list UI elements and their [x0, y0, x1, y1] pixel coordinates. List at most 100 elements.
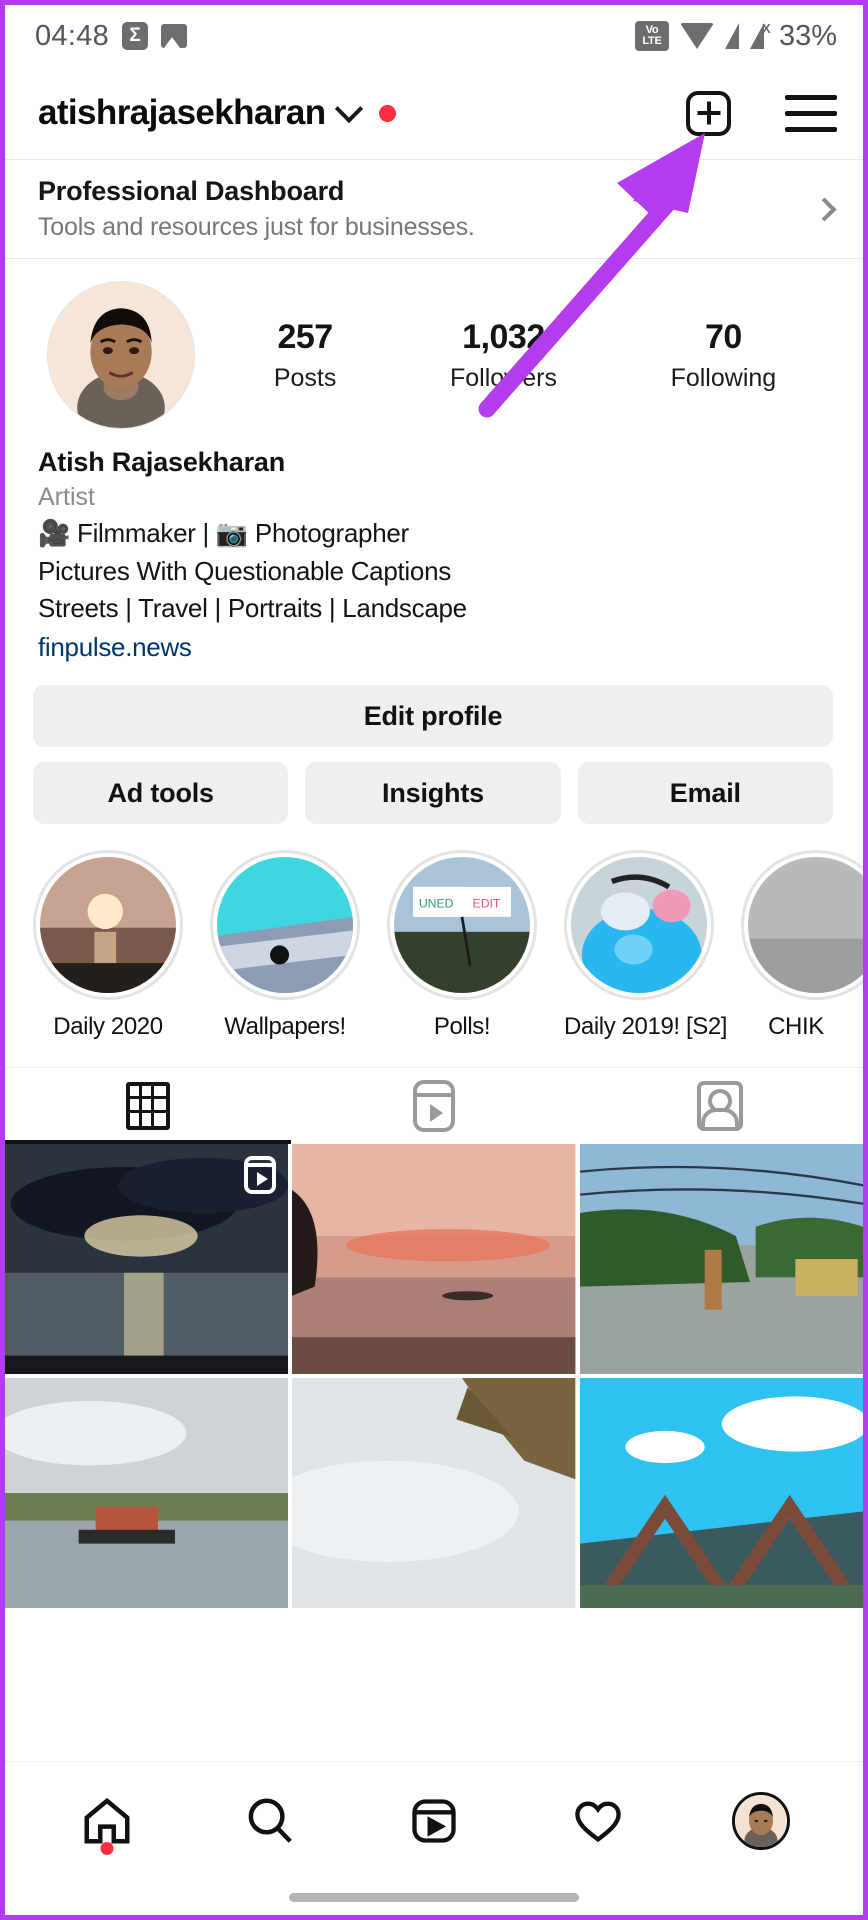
post-cell[interactable] — [292, 1144, 575, 1374]
highlight-ring: UNED EDIT — [387, 850, 537, 1000]
search-nav[interactable] — [215, 1781, 325, 1861]
highlight-cover-art — [217, 857, 353, 993]
search-icon — [243, 1794, 297, 1848]
post-cell[interactable] — [292, 1378, 575, 1608]
account-status-dot — [379, 105, 396, 122]
stat-following-value: 70 — [671, 318, 777, 357]
stat-following-label: Following — [671, 364, 777, 393]
insights-button[interactable]: Insights — [305, 762, 560, 824]
post-thumbnail — [5, 1378, 288, 1608]
profile-nav[interactable] — [706, 1781, 816, 1861]
status-time: 04:48 — [35, 20, 109, 53]
reel-badge-icon — [244, 1156, 276, 1194]
post-grid — [5, 1144, 863, 1761]
professional-dashboard-text: Professional Dashboard Tools and resourc… — [38, 176, 816, 242]
email-button[interactable]: Email — [578, 762, 833, 824]
chevron-down-icon[interactable] — [335, 95, 363, 123]
signal-icon — [725, 23, 739, 49]
tagged-icon — [697, 1081, 743, 1131]
volte-icon: Vo LTE — [635, 21, 669, 51]
highlight-daily-2019-s2[interactable]: Daily 2019! [S2] — [564, 850, 714, 1041]
highlight-ring — [564, 850, 714, 1000]
stat-followers-value: 1,032 — [450, 318, 557, 357]
stat-posts-label: Posts — [274, 364, 337, 393]
bio-line-1: 🎥 Filmmaker | 📷 Photographer — [38, 518, 833, 550]
battery-percent: 33% — [779, 20, 837, 53]
tab-grid[interactable] — [5, 1068, 291, 1144]
profile-summary: 257 Posts 1,032 Followers 70 Following — [5, 259, 863, 429]
post-thumbnail — [292, 1144, 575, 1374]
highlight-cover — [217, 857, 353, 993]
highlight-cover-art — [748, 857, 863, 993]
highlight-label: Daily 2020 — [33, 1013, 183, 1041]
highlight-daily-2020[interactable]: Daily 2020 — [33, 850, 183, 1041]
highlight-ring — [33, 850, 183, 1000]
grid-icon — [126, 1082, 170, 1130]
nav-avatar-photo — [735, 1795, 787, 1847]
highlight-cover-art — [40, 857, 176, 993]
svg-text:EDIT: EDIT — [473, 896, 501, 910]
post-cell[interactable] — [580, 1144, 863, 1374]
bio-line-3: Streets | Travel | Portraits | Landscape — [38, 593, 833, 625]
highlight-polls[interactable]: UNED EDIT Polls! — [387, 850, 537, 1041]
highlight-wallpapers[interactable]: Wallpapers! — [210, 850, 360, 1041]
profile-link[interactable]: finpulse.news — [38, 632, 833, 663]
gesture-bar[interactable] — [5, 1879, 863, 1915]
wifi-icon — [680, 23, 714, 49]
home-nav[interactable] — [52, 1781, 162, 1861]
professional-dashboard-title: Professional Dashboard — [38, 176, 816, 207]
avatar[interactable] — [47, 281, 195, 429]
highlight-ring — [741, 850, 863, 1000]
bottom-navigation — [5, 1761, 863, 1879]
post-thumbnail — [292, 1378, 575, 1608]
reels-icon — [408, 1793, 460, 1849]
stat-followers[interactable]: 1,032 Followers — [450, 318, 557, 393]
profile-tabs — [5, 1067, 863, 1144]
tab-reels[interactable] — [291, 1068, 577, 1144]
status-bar: 04:48 Σ Vo LTE 33% — [5, 5, 863, 67]
bio-line-2: Pictures With Questionable Captions — [38, 556, 833, 588]
post-cell[interactable] — [580, 1378, 863, 1608]
edit-profile-button[interactable]: Edit profile — [33, 685, 833, 747]
highlight-label: Polls! — [387, 1013, 537, 1041]
avatar-icon — [732, 1792, 790, 1850]
highlight-label: Daily 2019! [S2] — [564, 1013, 714, 1041]
post-cell[interactable] — [5, 1378, 288, 1608]
status-bar-right: Vo LTE 33% — [635, 20, 837, 53]
reels-nav[interactable] — [379, 1781, 489, 1861]
home-icon — [79, 1794, 135, 1848]
stat-followers-label: Followers — [450, 364, 557, 393]
stat-posts-value: 257 — [274, 318, 337, 357]
post-cell[interactable] — [5, 1144, 288, 1374]
plus-icon[interactable] — [686, 91, 731, 136]
chevron-right-icon[interactable] — [812, 197, 836, 221]
svg-text:UNED: UNED — [419, 896, 454, 910]
highlight-ring — [210, 850, 360, 1000]
post-thumbnail — [580, 1144, 863, 1374]
stat-following[interactable]: 70 Following — [671, 318, 777, 393]
professional-dashboard-subtitle: Tools and resources just for businesses. — [38, 213, 816, 242]
profile-display-name: Atish Rajasekharan — [38, 447, 833, 478]
profile-actions: Edit profile Ad tools Insights Email — [5, 663, 863, 824]
highlight-chik[interactable]: CHIK — [741, 850, 851, 1041]
profile-bio: Atish Rajasekharan Artist 🎥 Filmmaker | … — [5, 429, 863, 663]
activity-nav[interactable] — [543, 1781, 653, 1861]
hamburger-icon[interactable] — [785, 95, 837, 132]
app-header: atishrajasekharan — [5, 67, 863, 159]
home-badge-dot — [100, 1842, 113, 1855]
stat-posts[interactable]: 257 Posts — [274, 318, 337, 393]
image-icon — [161, 24, 187, 48]
profile-category: Artist — [38, 483, 833, 512]
highlight-cover: UNED EDIT — [394, 857, 530, 993]
account-username[interactable]: atishrajasekharan — [38, 93, 325, 133]
highlight-cover — [748, 857, 863, 993]
tab-tagged[interactable] — [577, 1068, 863, 1144]
signal-x-icon — [750, 23, 764, 49]
ad-tools-button[interactable]: Ad tools — [33, 762, 288, 824]
avatar-photo — [48, 282, 194, 428]
highlight-label: CHIK — [741, 1013, 851, 1041]
highlight-cover — [40, 857, 176, 993]
professional-dashboard-row[interactable]: Professional Dashboard Tools and resourc… — [5, 160, 863, 258]
story-highlights[interactable]: Daily 2020 Wallpapers! — [5, 824, 863, 1041]
highlight-cover-art — [571, 857, 707, 993]
